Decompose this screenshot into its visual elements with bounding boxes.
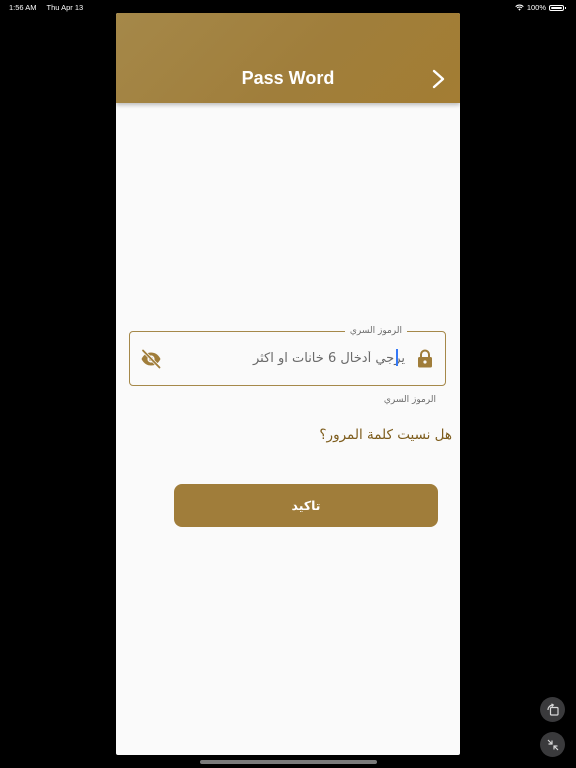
eye-off-icon[interactable] [140,349,162,369]
rotate-button[interactable] [540,697,565,722]
wifi-icon [515,4,524,11]
chevron-right-icon[interactable] [428,68,448,90]
forgot-password-link[interactable]: هل نسيت كلمة المرور؟ [319,427,452,443]
confirm-button[interactable]: تاكيد [174,484,438,527]
collapse-icon [547,739,558,750]
app-window: Pass Word الرموز السري الرموز السري هل ن… [116,13,460,755]
app-bar: Pass Word [116,13,460,103]
password-helper-text: الرموز السري [383,395,436,405]
password-field[interactable]: الرموز السري [129,324,446,386]
battery-icon [549,4,566,11]
minimize-button[interactable] [540,732,565,757]
page-title: Pass Word [241,68,335,88]
rotate-icon [546,702,559,716]
lock-icon [418,349,432,368]
status-time: 1:56 AM [9,3,37,12]
status-right: 100% [515,3,566,12]
battery-percentage: 100% [526,3,546,12]
password-field-label: الرموز السري [344,324,407,338]
text-caret [396,349,398,366]
status-bar: 1:56 AM Thu Apr 13 100% [0,0,576,14]
password-input[interactable] [195,346,405,370]
battery-fill [551,6,562,9]
status-date: Thu Apr 13 [46,3,84,12]
status-left: 1:56 AM Thu Apr 13 [9,3,91,12]
home-indicator[interactable] [200,760,377,764]
